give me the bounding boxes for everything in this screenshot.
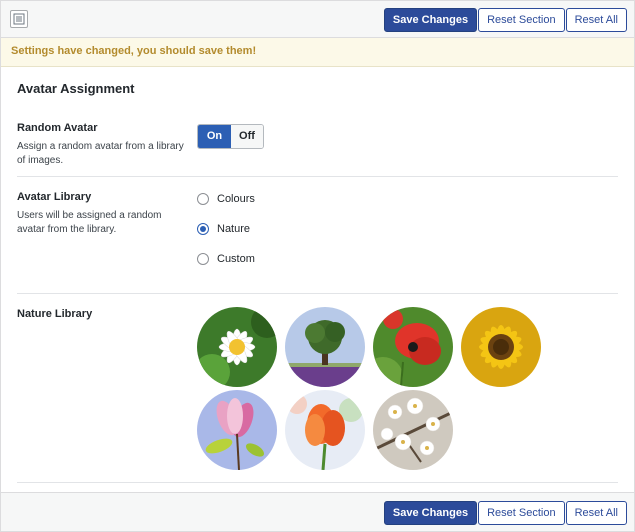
toggle-off-button[interactable]: Off [231, 125, 263, 148]
settings-panel: Save Changes Reset Section Reset All Set… [0, 0, 635, 532]
reset-section-button[interactable]: Reset Section [478, 8, 565, 32]
unsaved-changes-notice: Settings have changed, you should save t… [1, 38, 634, 67]
radio-button-checked[interactable] [197, 223, 209, 235]
save-changes-button[interactable]: Save Changes [383, 501, 478, 525]
poppy-avatar[interactable] [373, 307, 453, 387]
sunflower-avatar[interactable] [461, 307, 541, 387]
blossom-avatar[interactable] [373, 390, 453, 470]
radio-label: Colours [217, 193, 255, 205]
top-toolbar: Save Changes Reset Section Reset All [1, 1, 634, 38]
toggle-on-button[interactable]: On [198, 125, 231, 148]
avatar-library-label: Avatar Library [17, 191, 92, 203]
section-title: Avatar Assignment [17, 81, 135, 96]
radio-custom[interactable]: Custom [197, 253, 255, 265]
divider [17, 176, 618, 177]
reset-all-button[interactable]: Reset All [565, 8, 627, 32]
radio-label: Custom [217, 253, 255, 265]
radio-nature[interactable]: Nature [197, 223, 250, 235]
bottom-button-group: Save Changes Reset Section Reset All [383, 501, 627, 525]
divider [17, 482, 618, 483]
radio-label: Nature [217, 223, 251, 235]
save-changes-button[interactable]: Save Changes [383, 8, 478, 32]
nature-library-label: Nature Library [17, 308, 93, 320]
random-avatar-label: Random Avatar [17, 122, 98, 134]
list-icon[interactable] [10, 10, 28, 28]
tree-avatar[interactable] [285, 307, 365, 387]
divider [17, 293, 618, 294]
tulip-avatar[interactable] [285, 390, 365, 470]
reset-all-button[interactable]: Reset All [565, 501, 627, 525]
random-avatar-description: Assign a random avatar from a library of… [17, 141, 184, 166]
top-button-group: Save Changes Reset Section Reset All [383, 8, 627, 32]
bottom-toolbar: Save Changes Reset Section Reset All [1, 492, 634, 531]
daisy-avatar[interactable] [197, 307, 277, 387]
avatar-library-description: Users will be assigned a random avatar f… [17, 210, 162, 235]
random-avatar-toggle[interactable]: On Off [197, 124, 264, 149]
magnolia-avatar[interactable] [197, 390, 277, 470]
reset-section-button[interactable]: Reset Section [478, 501, 565, 525]
radio-button[interactable] [197, 193, 209, 205]
radio-button[interactable] [197, 253, 209, 265]
radio-colours[interactable]: Colours [197, 193, 255, 205]
